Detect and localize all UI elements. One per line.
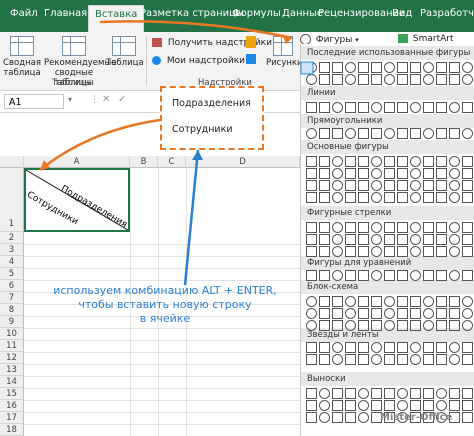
- arrow-insert-to-shapes: [99, 20, 293, 40]
- arrow-head: [192, 150, 203, 160]
- annotation-arrows: [39, 20, 314, 286]
- selected-line-shape-highlight: [300, 61, 314, 75]
- arrow-note-to-popup: [183, 149, 200, 286]
- arrow-popup-to-cell: [39, 118, 161, 171]
- arrow-head: [282, 34, 292, 44]
